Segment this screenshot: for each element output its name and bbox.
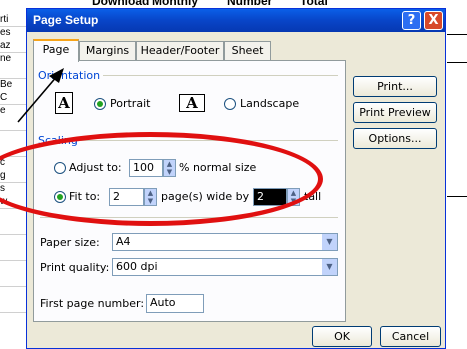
row-fragment: w [0,196,8,207]
adjust-to-input[interactable]: 100 [129,159,163,177]
gridline [0,26,28,27]
dialog-titlebar[interactable]: Page Setup ? X [27,9,445,32]
row-fragment: e [0,105,6,116]
gridline [0,234,28,235]
gridline [447,196,467,197]
tab-sheet[interactable]: Sheet [224,41,271,61]
portrait-page-icon: A [55,92,73,114]
gridline [0,104,28,105]
gridline [0,52,28,53]
close-button[interactable]: X [424,11,443,30]
help-button[interactable]: ? [402,11,421,30]
row-fragment: az [0,40,11,51]
row-fragment: rti [0,14,9,25]
gridline [0,312,28,313]
fit-wide-spinner[interactable]: ▲ ▼ [144,188,157,206]
adjust-to-spinner[interactable]: ▲ ▼ [163,159,176,177]
first-page-input[interactable]: Auto [146,294,204,313]
options-button[interactable]: Options... [353,128,437,149]
paper-size-select[interactable]: A4 ▼ [112,233,338,251]
fit-tall-spinner[interactable]: ▲ ▼ [287,188,300,206]
print-quality-value: 600 dpi [116,260,158,273]
row-fragment: g [0,170,6,181]
adjust-to-radio[interactable] [54,162,66,174]
cancel-button[interactable]: Cancel [380,326,441,347]
gridline [0,286,28,287]
fit-tall-suffix: tall [304,190,322,203]
print-quality-label: Print quality: [40,261,110,274]
ok-button[interactable]: OK [312,326,372,347]
gridline [0,182,28,183]
gridline [0,156,28,157]
row-fragment: s [0,183,5,194]
fit-to-label[interactable]: Fit to: [69,190,100,203]
print-button[interactable]: Print... [353,76,437,97]
print-quality-select[interactable]: 600 dpi ▼ [112,258,338,276]
portrait-radio[interactable] [94,98,106,110]
row-fragment: C [0,92,8,103]
paper-size-label: Paper size: [40,236,100,249]
page-setup-dialog: Page Setup ? X Page Margins Header/Foote… [26,8,446,349]
tab-header-footer[interactable]: Header/Footer [136,41,224,61]
tab-page[interactable]: Page [33,39,79,62]
column-header: Download [92,0,150,8]
orientation-group-title: Orientation [38,69,104,82]
gridline [447,34,467,35]
dialog-title: Page Setup [33,13,99,27]
adjust-to-label[interactable]: Adjust to: [69,161,122,174]
landscape-page-icon: A [179,94,205,112]
row-fragment: c [0,157,5,168]
gridline [0,260,28,261]
fit-to-radio[interactable] [54,191,66,203]
chevron-down-icon[interactable]: ▼ [322,259,337,275]
landscape-label[interactable]: Landscape [240,97,299,110]
row-fragment: Be [0,79,13,90]
first-page-label: First page number: [40,297,145,310]
column-header: Monthly [152,0,198,8]
column-headers: Download Monthly Number Total [55,0,467,8]
fit-wide-input[interactable]: 2 [109,188,144,206]
column-header: Total [300,0,328,8]
row-fragment: es [0,27,11,38]
gridline [0,130,28,131]
adjust-to-suffix: % normal size [179,161,257,174]
column-header: Number [227,0,273,8]
gridline [447,62,467,63]
scaling-group-title: Scaling [38,134,81,147]
fit-wide-suffix: page(s) wide by [161,190,250,203]
row-fragment: ne [0,53,12,64]
page-tab-panel: Orientation A Portrait A Landscape Scali… [33,60,346,322]
landscape-radio[interactable] [224,98,236,110]
tab-margins[interactable]: Margins [79,41,136,61]
print-preview-button[interactable]: Print Preview [353,102,437,123]
chevron-down-icon[interactable]: ▼ [322,234,337,250]
gridline [0,78,28,79]
portrait-label[interactable]: Portrait [110,97,150,110]
separator [40,217,338,218]
paper-size-value: A4 [116,235,131,248]
fit-tall-input[interactable]: 2 [253,188,287,206]
gridline [0,208,28,209]
scaling-group-line [40,140,338,141]
